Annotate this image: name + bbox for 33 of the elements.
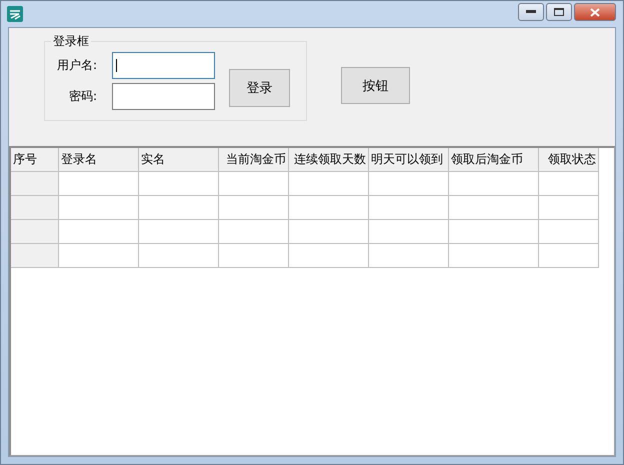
field-label: 密码:	[68, 88, 97, 105]
table-cell	[219, 196, 289, 220]
row-header-cell[interactable]	[11, 244, 59, 268]
table-cell	[539, 220, 599, 244]
column-header[interactable]: 登录名	[59, 148, 139, 172]
column-header[interactable]: 当前淘金币	[219, 148, 289, 172]
table-cell	[219, 172, 289, 196]
maximize-icon	[554, 8, 564, 16]
login-button[interactable]: 登录	[229, 69, 290, 107]
input-field[interactable]	[112, 83, 215, 110]
table-cell	[539, 172, 599, 196]
app-icon	[6, 5, 24, 23]
column-header[interactable]: 序号	[11, 148, 59, 172]
column-header[interactable]: 领取状态	[539, 148, 599, 172]
minimize-button[interactable]	[518, 3, 544, 21]
column-header[interactable]: 连续领取天数	[289, 148, 369, 172]
field-label: 用户名:	[56, 57, 97, 74]
row-header-cell[interactable]	[11, 172, 59, 196]
minimize-icon	[526, 10, 536, 14]
row-header-cell[interactable]	[11, 220, 59, 244]
table-cell	[539, 196, 599, 220]
row-header-cell[interactable]	[11, 196, 59, 220]
column-header[interactable]: 实名	[139, 148, 219, 172]
close-button[interactable]	[574, 3, 616, 21]
table-cell	[219, 220, 289, 244]
action-button[interactable]: 按钮	[341, 67, 410, 104]
close-icon	[590, 8, 600, 16]
column-header[interactable]: 领取后淘金币	[449, 148, 539, 172]
column-header[interactable]: 明天可以领到	[369, 148, 449, 172]
table-cell	[539, 244, 599, 268]
input-field[interactable]	[112, 52, 215, 79]
table-cell	[219, 244, 289, 268]
maximize-button[interactable]	[546, 3, 572, 21]
